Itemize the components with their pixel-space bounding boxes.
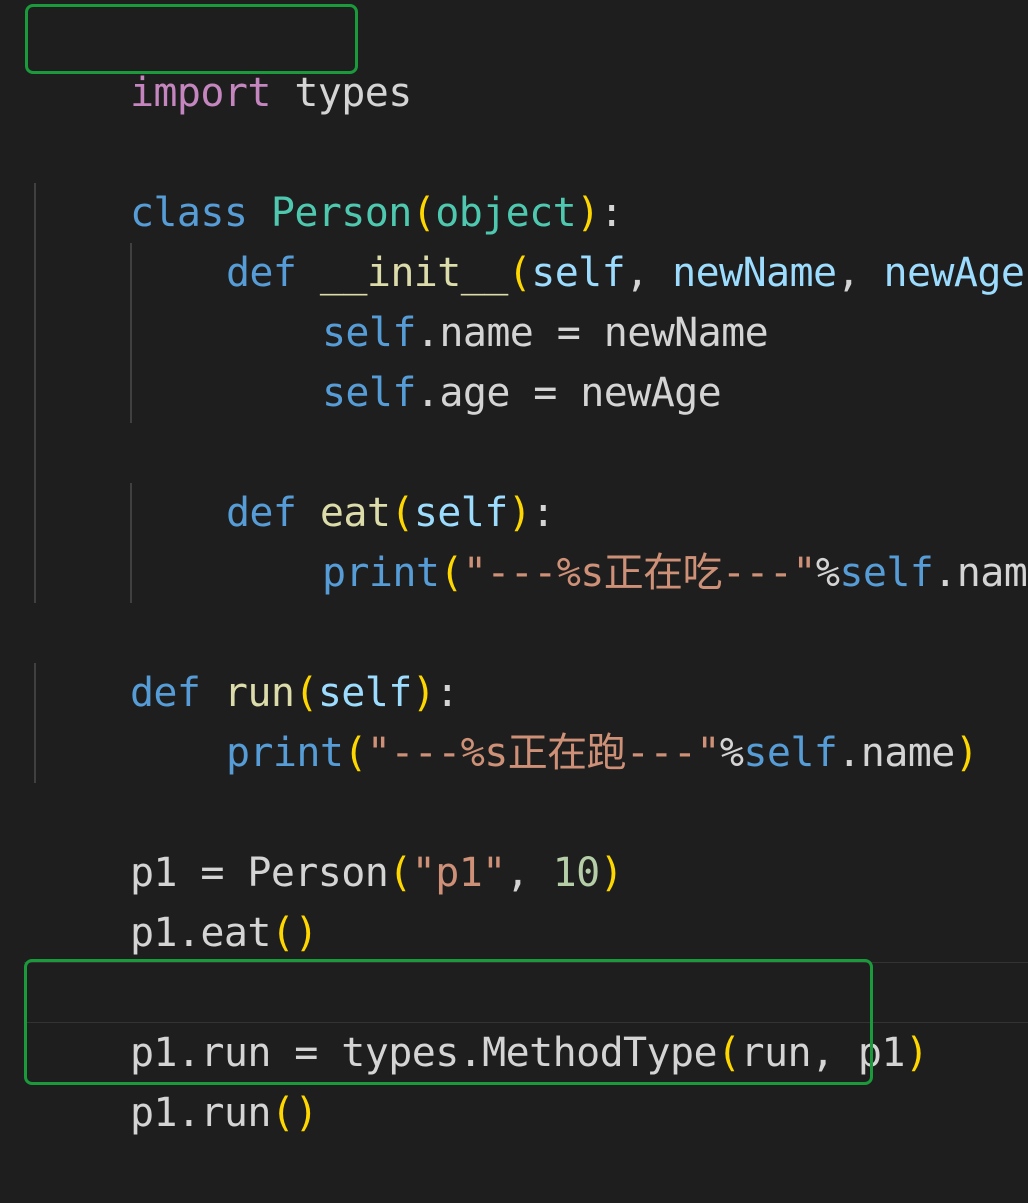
code-line-5[interactable]: self.name = newName <box>228 243 769 356</box>
code-editor[interactable]: import types class Person(object): def _… <box>0 0 1028 1136</box>
code-line-3[interactable]: class Person(object): <box>36 123 624 236</box>
module-name: types <box>270 70 412 116</box>
string-literal: "---%s正在吃---" <box>462 550 817 596</box>
highlight-box-method-binding <box>24 959 873 1085</box>
string-literal: "p1" <box>411 850 507 896</box>
code-line-11[interactable]: def run(self): <box>36 603 459 716</box>
self-keyword: self <box>321 370 417 416</box>
code-text: p1.run <box>129 1090 272 1136</box>
code-text: .age = newAge <box>415 370 722 416</box>
self-keyword: self <box>743 730 838 776</box>
code-text: p1.eat <box>129 910 272 956</box>
close-paren: ) <box>294 1090 318 1136</box>
code-line-8[interactable]: def eat(self): <box>132 423 555 536</box>
code-line-6[interactable]: self.age = newAge <box>228 303 722 416</box>
open-paren: ( <box>270 1090 295 1136</box>
print-builtin: print <box>225 730 344 776</box>
highlight-box-import <box>25 4 358 74</box>
close-paren: ) <box>904 1030 929 1076</box>
close-paren: ) <box>294 910 318 956</box>
number-literal: 10 <box>552 850 601 896</box>
open-paren: ( <box>343 730 367 776</box>
code-line-4[interactable]: def __init__(self, newName, newAge): <box>132 183 1028 296</box>
code-line-12[interactable]: print("---%s正在跑---"%self.name) <box>132 663 979 776</box>
open-paren: ( <box>270 910 295 956</box>
open-paren: ( <box>439 550 463 596</box>
import-keyword: import <box>129 70 272 116</box>
close-paren: ) <box>954 730 979 776</box>
code-line-15[interactable]: p1.eat() <box>36 843 318 956</box>
close-paren: ) <box>1024 250 1028 296</box>
self-keyword: self <box>839 550 934 596</box>
code-line-14[interactable]: p1 = Person("p1", 10) <box>36 783 624 896</box>
close-paren: ) <box>599 850 624 896</box>
open-paren: ( <box>388 850 412 896</box>
print-builtin: print <box>321 550 440 596</box>
parameter: newAge <box>883 250 1025 296</box>
code-line-9[interactable]: print("---%s正在吃---"%self.name) <box>228 483 1028 596</box>
string-literal: "---%s正在跑---" <box>366 730 721 776</box>
